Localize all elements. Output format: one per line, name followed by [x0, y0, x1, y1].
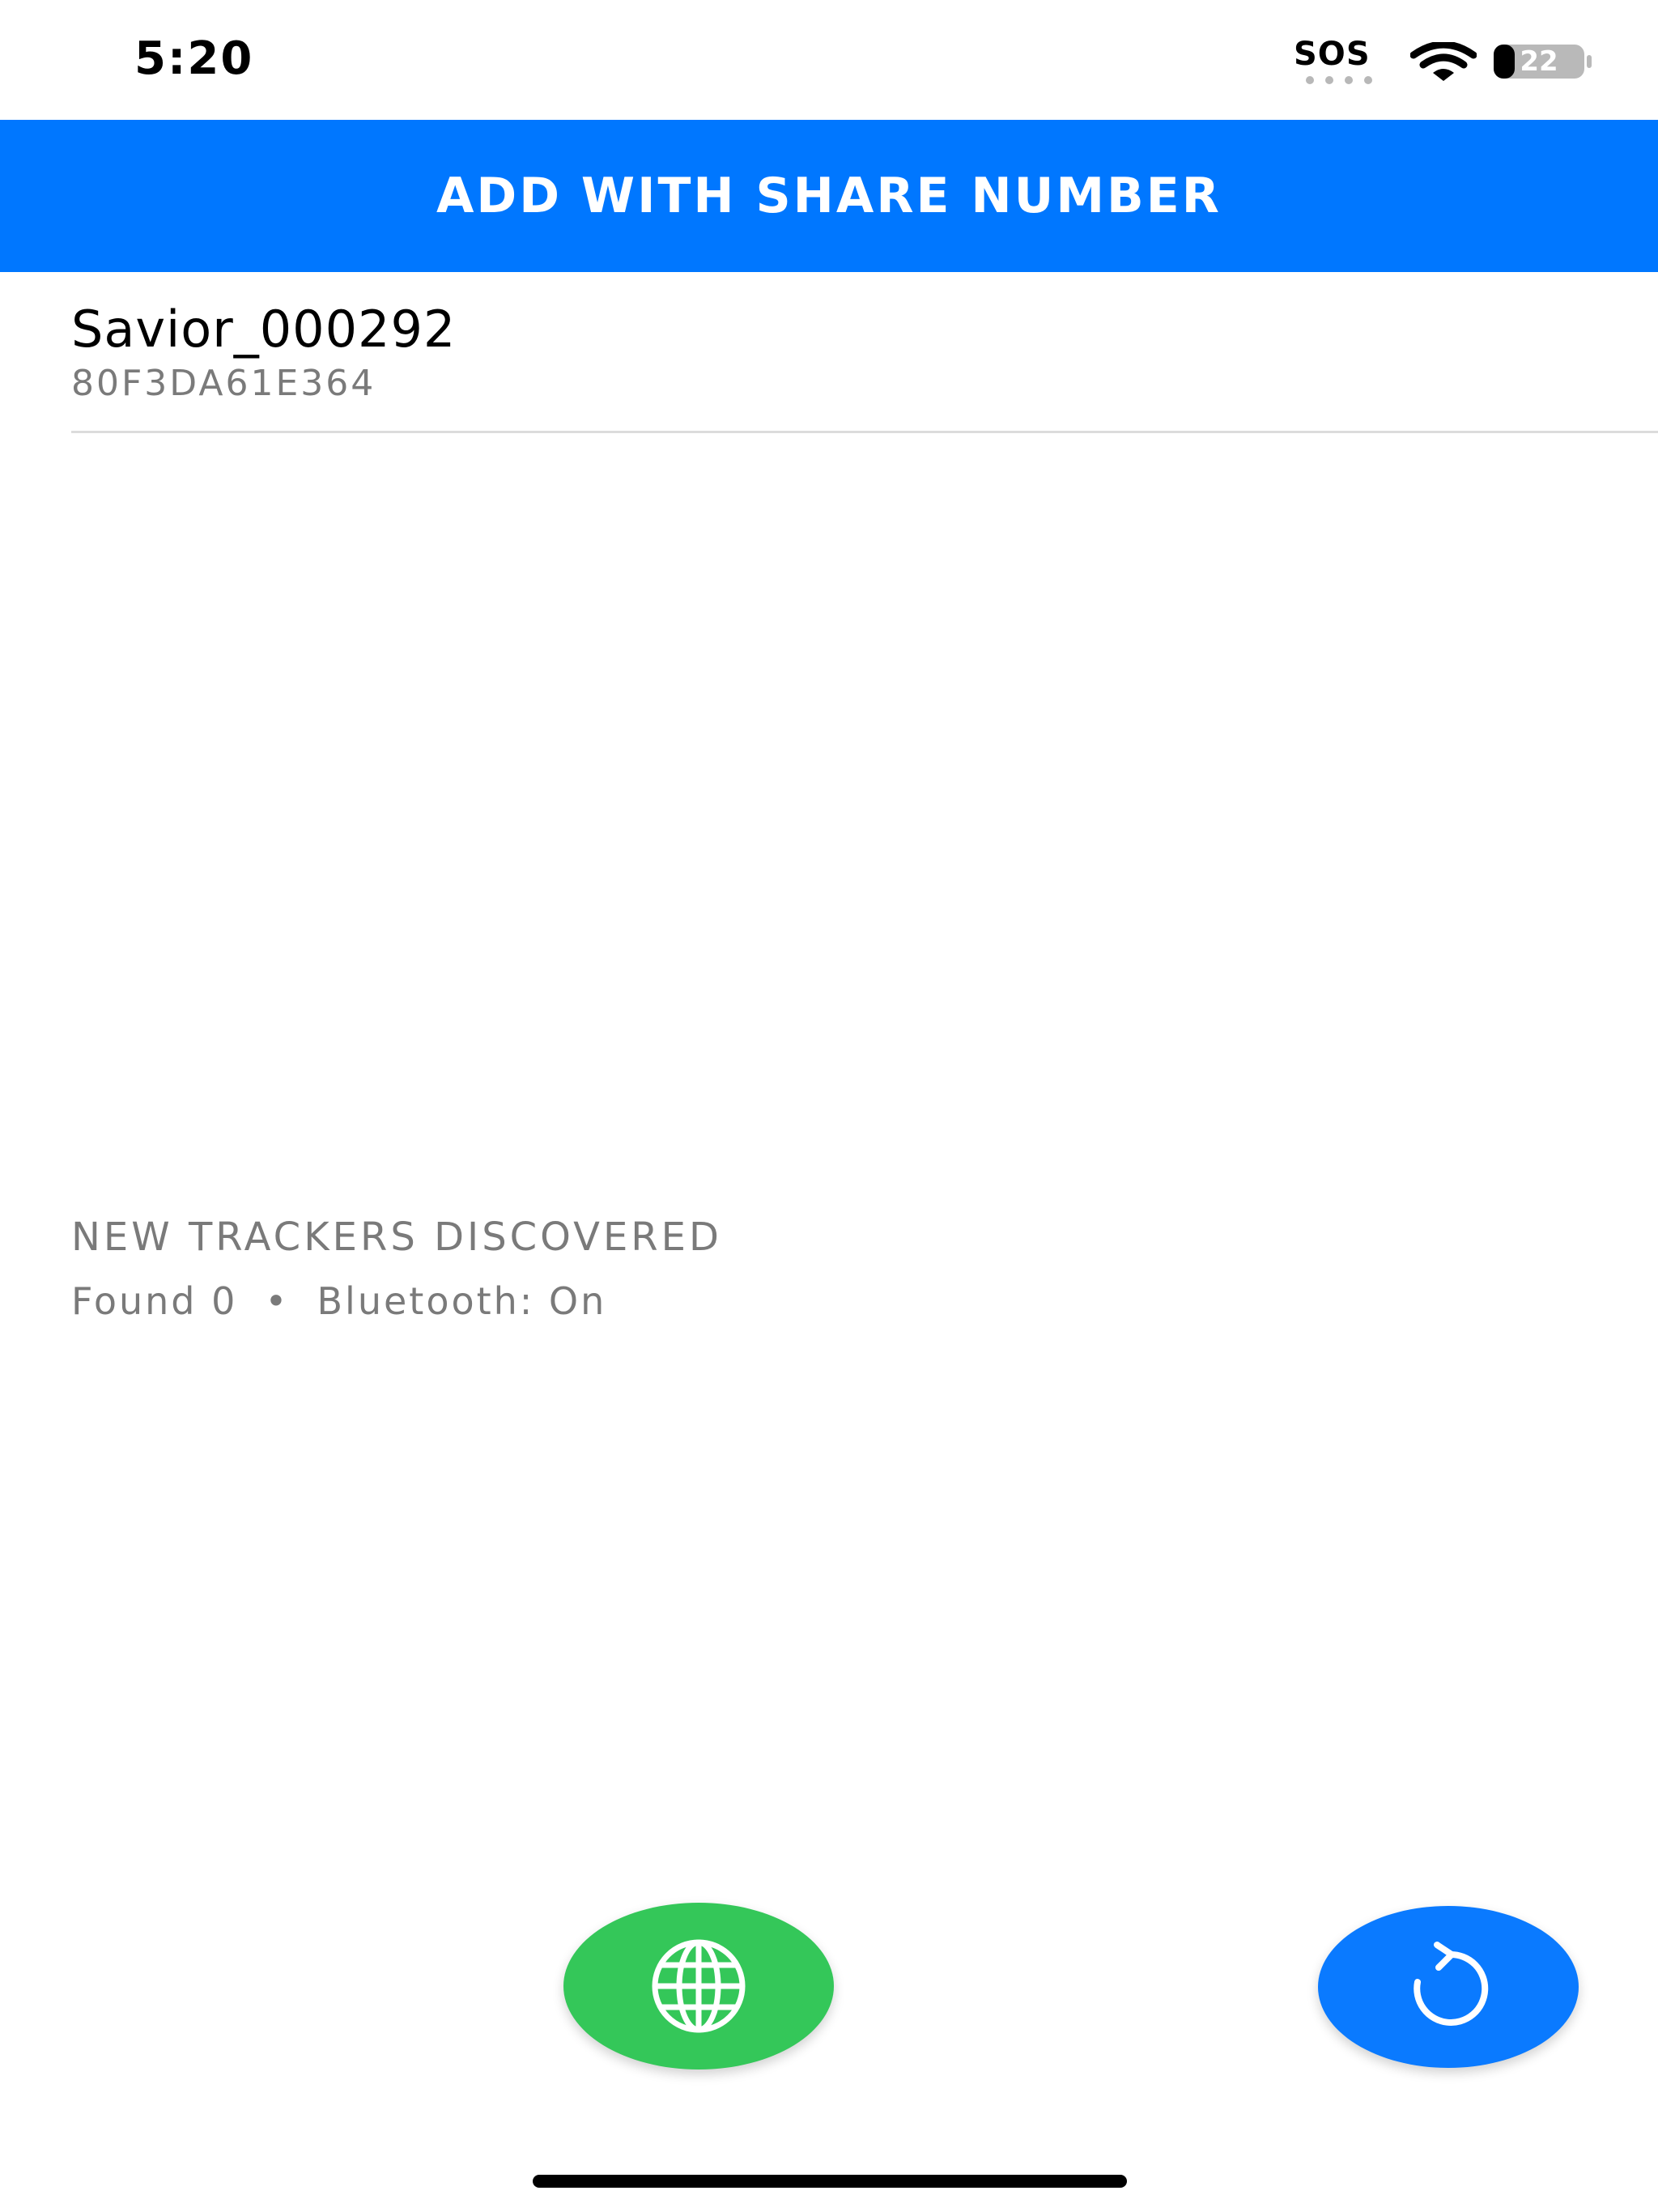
found-count: Found 0 — [71, 1279, 238, 1323]
refresh-icon — [1414, 1942, 1489, 2026]
status-bar: 5:20 SOS 22 — [0, 0, 1658, 120]
discovery-status: Found 0 • Bluetooth: On — [71, 1279, 606, 1323]
globe-button[interactable] — [563, 1903, 834, 2069]
home-indicator[interactable] — [533, 2175, 1127, 2188]
status-time: 5:20 — [134, 32, 254, 85]
header-title: ADD WITH SHARE NUMBER — [436, 168, 1222, 224]
bluetooth-status: Bluetooth: On — [317, 1279, 607, 1323]
sos-indicator: SOS — [1294, 36, 1383, 84]
add-with-share-number-button[interactable]: ADD WITH SHARE NUMBER — [0, 120, 1658, 272]
separator-dot: • — [265, 1279, 290, 1323]
tracker-list: Savior_000292 80F3DA61E364 — [71, 272, 1658, 433]
tracker-id: 80F3DA61E364 — [71, 363, 376, 404]
wifi-icon — [1410, 42, 1477, 81]
globe-icon — [652, 1939, 746, 2033]
signal-dots-icon — [1306, 76, 1372, 84]
battery-level: 22 — [1520, 45, 1558, 78]
section-heading: NEW TRACKERS DISCOVERED — [71, 1214, 722, 1260]
list-item[interactable]: Savior_000292 80F3DA61E364 — [71, 272, 1658, 433]
tracker-name: Savior_000292 — [71, 300, 457, 359]
battery-icon: 22 — [1493, 44, 1593, 79]
refresh-button[interactable] — [1318, 1906, 1579, 2068]
sos-label: SOS — [1294, 36, 1371, 73]
